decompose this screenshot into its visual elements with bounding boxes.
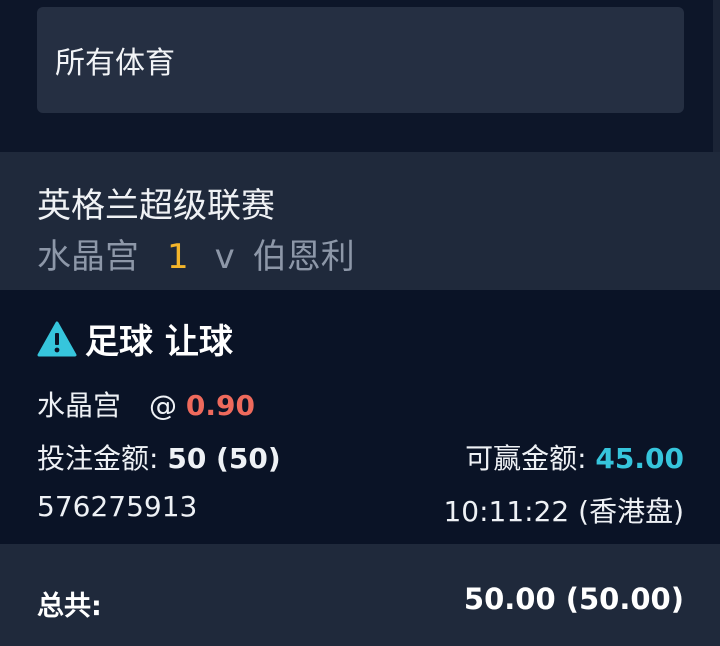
total-section: 总共: 50.00 (50.00) [0, 544, 720, 646]
ticket-row: 576275913 10:11:22 (香港盘) [37, 490, 684, 528]
selection-team: 水晶宫 [37, 389, 122, 422]
ticket-id: 576275913 [37, 490, 198, 523]
at-symbol: @ [149, 389, 178, 422]
match-header: 英格兰超级联赛 水晶宫 1 v 伯恩利 [0, 152, 720, 290]
sport-filter-select[interactable]: 所有体育 [37, 7, 684, 113]
stake-label: 投注金额: [37, 442, 159, 475]
win-label: 可赢金额: [465, 442, 587, 475]
win-amount: 可赢金额: 45.00 [465, 437, 684, 477]
selection-row: 水晶宫 @ 0.90 [37, 384, 684, 424]
odds-value: 0.90 [185, 389, 256, 422]
sport-filter-value: 所有体育 [55, 46, 175, 81]
total-label: 总共: [37, 591, 102, 622]
warning-triangle-icon [37, 321, 77, 357]
top-section: 所有体育 [0, 0, 720, 152]
market-title: 足球 让球 [85, 322, 233, 362]
match-teams: 水晶宫 1 v 伯恩利 [37, 229, 355, 278]
bet-market: 足球 让球 [37, 314, 233, 363]
win-value: 45.00 [595, 442, 684, 475]
home-team: 水晶宫 [37, 237, 139, 277]
total-value: 50.00 (50.00) [463, 582, 684, 616]
bet-time: 10:11:22 (香港盘) [443, 495, 684, 528]
league-name: 英格兰超级联赛 [37, 186, 275, 226]
stake-value: 50 (50) [167, 442, 281, 475]
stake-row: 投注金额: 50 (50) 可赢金额: 45.00 [37, 437, 684, 477]
away-team: 伯恩利 [252, 237, 355, 277]
bet-details: 足球 让球 水晶宫 @ 0.90 投注金额: 50 (50) 可赢金额: 45.0… [0, 290, 720, 544]
vs-label: v [214, 237, 235, 277]
match-score: 1 [167, 237, 189, 277]
